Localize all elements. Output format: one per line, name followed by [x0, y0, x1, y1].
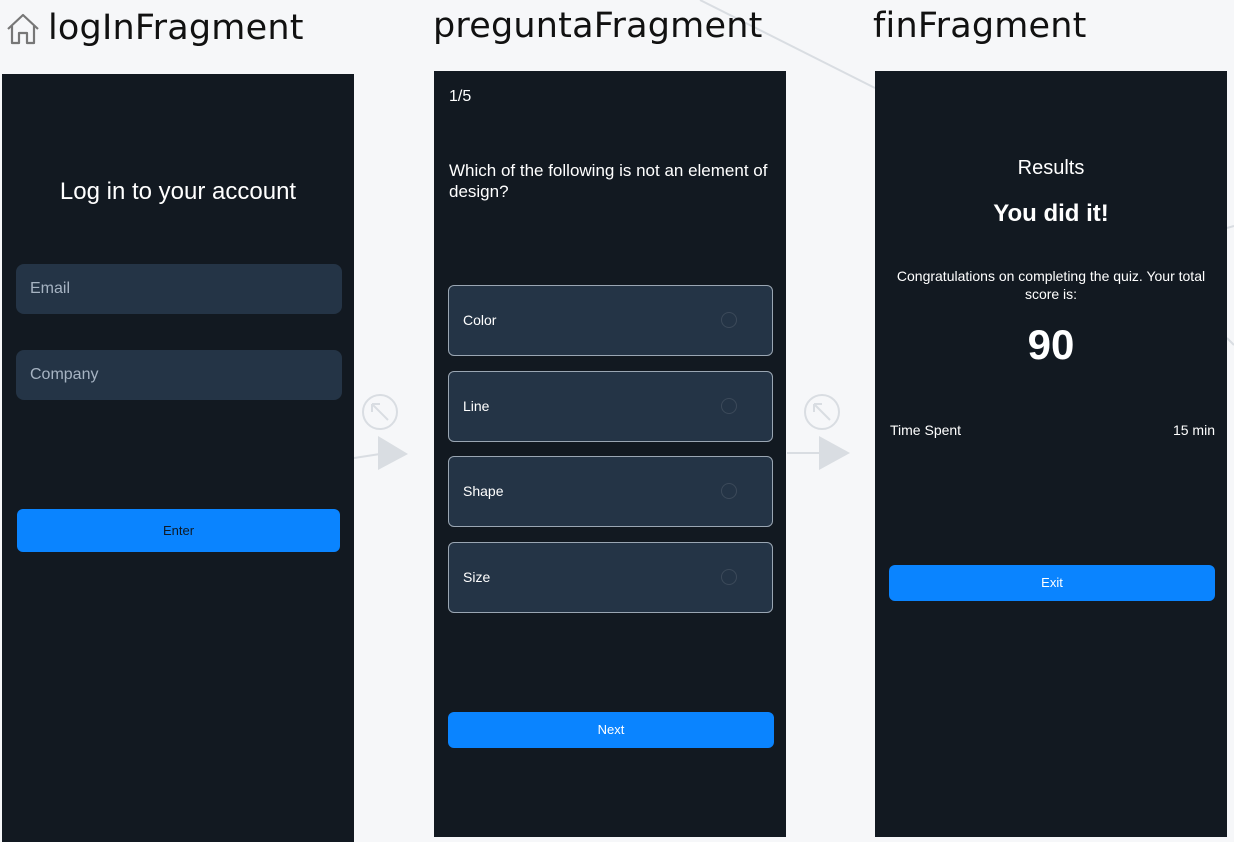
quiz-fragment-title: preguntaFragment	[433, 6, 763, 46]
login-heading: Log in to your account	[59, 178, 297, 205]
option-color[interactable]: Color	[448, 285, 773, 356]
transition-arrow-icon	[787, 436, 850, 470]
option-label: Color	[463, 312, 497, 328]
transition-arrow-icon	[354, 436, 408, 470]
option-label: Shape	[463, 483, 504, 499]
question-counter: 1/5	[449, 88, 472, 105]
exit-button[interactable]: Exit	[889, 565, 1215, 601]
home-icon	[7, 13, 39, 45]
radio-button[interactable]	[721, 483, 737, 499]
login-fragment-title: logInFragment	[48, 8, 304, 48]
next-button[interactable]: Next	[448, 712, 774, 748]
option-label: Size	[463, 569, 491, 585]
option-label: Line	[463, 398, 490, 414]
email-field[interactable]	[16, 264, 342, 314]
radio-button[interactable]	[721, 312, 737, 328]
question-text: Which of the following is not an element…	[449, 161, 768, 201]
quiz-screen: 1/5 Which of the following is not an ele…	[434, 71, 786, 837]
login-screen: Log in to your account Enter	[2, 74, 354, 842]
results-screen: Results You did it! Congratulations on c…	[875, 71, 1227, 837]
score-value: 90	[1027, 321, 1075, 368]
option-size[interactable]: Size	[448, 542, 773, 613]
time-spent-value: 15 min	[1172, 422, 1215, 438]
radio-button[interactable]	[721, 569, 737, 585]
congratulations-message: Congratulations on completing the quiz. …	[896, 268, 1206, 302]
enter-button[interactable]: Enter	[17, 509, 340, 552]
time-spent-label: Time Spent	[890, 422, 962, 438]
company-field[interactable]	[16, 350, 342, 400]
option-line[interactable]: Line	[448, 371, 773, 442]
results-label: Results	[1017, 157, 1085, 179]
fin-fragment-title: finFragment	[873, 6, 1087, 46]
radio-button[interactable]	[721, 398, 737, 414]
success-headline: You did it!	[993, 200, 1109, 227]
option-shape[interactable]: Shape	[448, 456, 773, 527]
